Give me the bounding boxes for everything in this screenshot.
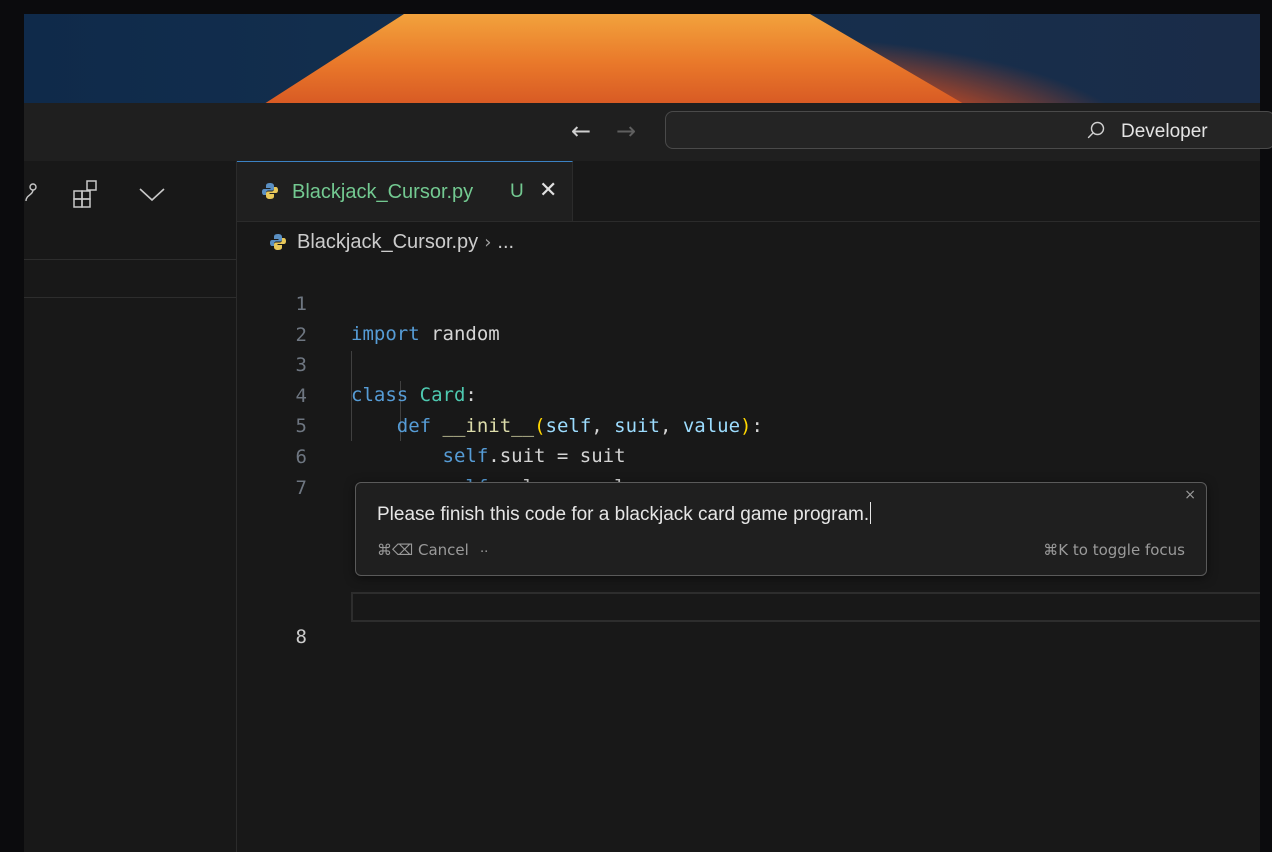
code-line: 7 — [237, 443, 1260, 499]
close-icon[interactable]: ✕ — [539, 178, 557, 203]
chevron-down-icon[interactable] — [138, 185, 168, 205]
line-number: 8 — [295, 626, 307, 648]
code-line: 4 def __init__(self, suit, value): — [237, 351, 1260, 437]
source-control-icon[interactable] — [24, 181, 40, 205]
untracked-badge: U — [510, 181, 524, 202]
tab-label: Blackjack_Cursor.py — [292, 181, 474, 203]
line-number: 7 — [295, 477, 307, 499]
sidebar — [24, 161, 237, 852]
prompt-input[interactable]: Please finish this code for a blackjack … — [377, 502, 872, 526]
code-line: 1 import random — [237, 259, 1260, 345]
chevron-right-icon: › — [484, 231, 492, 253]
extensions-icon[interactable] — [72, 179, 102, 209]
command-center-label: Developer — [1121, 121, 1208, 142]
desktop-wallpaper — [24, 14, 1260, 104]
arrow-right-icon[interactable]: → — [616, 117, 636, 145]
tab-blackjack-cursor[interactable]: Blackjack_Cursor.py U ✕ — [237, 161, 573, 221]
command-center-search[interactable]: Developer — [665, 111, 1272, 149]
code-line: 8 — [237, 592, 1260, 648]
breadcrumb-symbols[interactable]: ... — [497, 231, 514, 254]
wallpaper-shape — [1252, 44, 1260, 104]
inline-prompt-box[interactable]: Please finish this code for a blackjack … — [355, 482, 1207, 576]
sidebar-divider — [24, 259, 236, 260]
arrow-left-icon[interactable]: ← — [571, 117, 591, 145]
tab-bar: Blackjack_Cursor.py U ✕ — [237, 161, 1260, 222]
text-caret — [870, 502, 872, 524]
breadcrumb-file[interactable]: Blackjack_Cursor.py — [297, 231, 478, 254]
title-bar: ← → Developer — [24, 103, 1272, 162]
python-icon — [270, 234, 286, 250]
breadcrumb: Blackjack_Cursor.py › ... — [269, 228, 514, 256]
editor-window: ← → Developer Blackjack_Cursor.py U ✕ Bl… — [24, 103, 1272, 852]
close-icon[interactable]: × — [1184, 487, 1196, 503]
code-line: 5 self.suit = suit — [237, 381, 1260, 467]
code-line: 3 class Card: — [237, 320, 1260, 406]
python-icon — [262, 183, 278, 199]
cancel-button[interactable]: ⌘⌫ Cancel — [377, 541, 469, 559]
wallpaper-shape — [264, 14, 964, 104]
code-line: 6 self.value = value — [237, 412, 1260, 498]
toggle-focus-hint: ⌘K to toggle focus — [1043, 541, 1185, 559]
sidebar-divider — [24, 297, 236, 298]
loading-indicator: .. — [480, 539, 489, 556]
code-line: 2 — [237, 290, 1260, 346]
search-icon — [1087, 121, 1105, 139]
